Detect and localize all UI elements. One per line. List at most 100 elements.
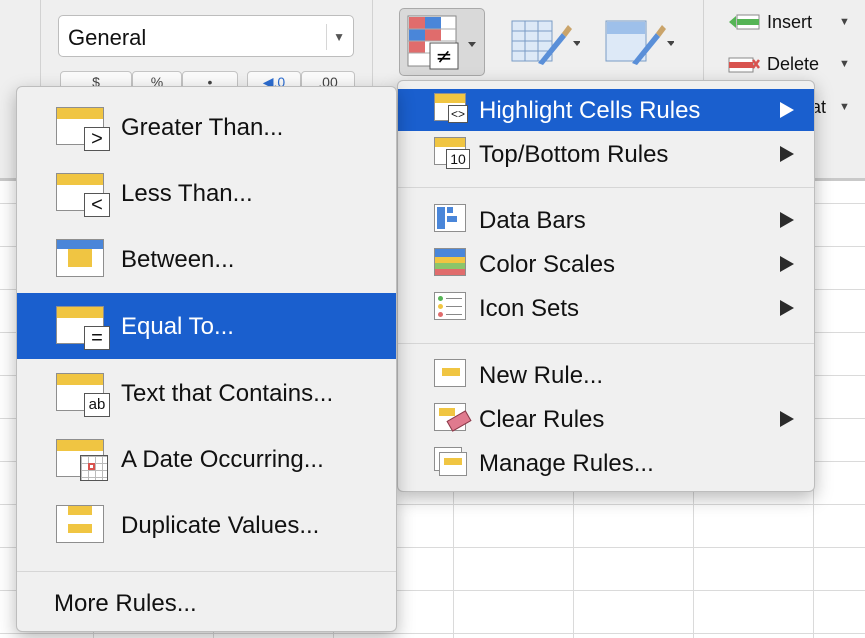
color-scales-icon bbox=[434, 248, 468, 280]
icon-cell bbox=[57, 240, 103, 249]
icon-dot bbox=[438, 304, 443, 309]
icon-cell bbox=[57, 108, 103, 119]
icon-swatch bbox=[435, 269, 465, 275]
svg-text:≠: ≠ bbox=[436, 44, 453, 68]
menu-item-label: Greater Than... bbox=[121, 114, 284, 141]
date-occurring-icon bbox=[56, 439, 108, 481]
menu-item-label: Less Than... bbox=[121, 180, 253, 207]
menu-item-between[interactable]: Between... bbox=[17, 227, 396, 291]
menu-item-data-bars[interactable]: Data Bars bbox=[398, 199, 814, 241]
menu-item-highlight-cells-rules[interactable]: <> Highlight Cells Rules bbox=[398, 89, 814, 131]
menu-item-clear-rules[interactable]: Clear Rules bbox=[398, 398, 814, 440]
new-rule-icon bbox=[434, 359, 468, 391]
chevron-right-icon bbox=[780, 212, 794, 228]
menu-item-more-rules[interactable]: More Rules... bbox=[17, 579, 396, 627]
menu-item-equal-to[interactable]: = Equal To... bbox=[17, 293, 396, 359]
menu-item-label: A Date Occurring... bbox=[121, 446, 324, 473]
chevron-down-icon: ▼ bbox=[839, 101, 850, 113]
delete-label: Delete bbox=[767, 54, 820, 74]
menu-item-color-scales[interactable]: Color Scales bbox=[398, 243, 814, 285]
conditional-formatting-icon: ≠ bbox=[407, 15, 476, 70]
icon-cell bbox=[57, 307, 103, 318]
menu-item-icon-sets[interactable]: Icon Sets bbox=[398, 287, 814, 329]
menu-item-label: Duplicate Values... bbox=[121, 512, 320, 539]
chevron-right-icon bbox=[780, 411, 794, 427]
icon-line bbox=[446, 314, 462, 315]
cell-styles-button[interactable] bbox=[604, 15, 675, 69]
menu-item-label: Between... bbox=[121, 246, 235, 273]
menu-separator bbox=[398, 343, 814, 344]
icon-cell bbox=[57, 174, 103, 185]
menu-item-label: Icon Sets bbox=[479, 295, 580, 322]
manage-rules-icon bbox=[434, 447, 468, 479]
menu-item-label: Top/Bottom Rules bbox=[479, 141, 669, 168]
menu-item-manage-rules[interactable]: Manage Rules... bbox=[398, 442, 814, 484]
icon-cell bbox=[68, 506, 92, 515]
delete-cells-icon bbox=[728, 57, 760, 73]
icon-symbol: ab bbox=[84, 393, 110, 417]
text-contains-icon: ab bbox=[56, 373, 110, 417]
icon-dot bbox=[438, 312, 443, 317]
top-bottom-icon: 10 bbox=[434, 137, 470, 169]
less-than-icon: < bbox=[56, 173, 110, 217]
equal-to-icon: = bbox=[56, 306, 110, 350]
chevron-right-icon bbox=[780, 102, 794, 118]
menu-item-duplicate-values[interactable]: Duplicate Values... bbox=[17, 493, 396, 557]
menu-item-less-than[interactable]: < Less Than... bbox=[17, 161, 396, 225]
number-format-dropdown[interactable]: General ▼ bbox=[58, 15, 354, 57]
format-as-table-button[interactable] bbox=[510, 15, 581, 69]
icon-cell bbox=[68, 258, 92, 267]
icon-badge: <> bbox=[448, 105, 468, 123]
chevron-right-icon bbox=[780, 300, 794, 316]
menu-item-greater-than[interactable]: > Greater Than... bbox=[17, 95, 396, 159]
icon-cell bbox=[57, 440, 103, 451]
chevron-right-icon bbox=[780, 256, 794, 272]
menu-item-label: Clear Rules bbox=[479, 406, 605, 433]
highlight-cells-icon: <> bbox=[434, 93, 468, 125]
icon-cell bbox=[57, 374, 103, 385]
menu-item-label: New Rule... bbox=[479, 362, 604, 389]
highlight-cells-submenu: > Greater Than... < Less Than... Between… bbox=[16, 86, 397, 632]
menu-item-label: Equal To... bbox=[121, 313, 234, 340]
menu-item-label: More Rules... bbox=[54, 590, 197, 617]
menu-item-label: Color Scales bbox=[479, 251, 616, 278]
chevron-down-icon: ▼ bbox=[839, 58, 850, 70]
icon-sets-icon bbox=[434, 292, 468, 324]
icon-bar bbox=[447, 216, 457, 222]
menu-item-text-contains[interactable]: ab Text that Contains... bbox=[17, 361, 396, 425]
conditional-formatting-button[interactable]: ≠ bbox=[399, 8, 485, 76]
greater-than-icon: > bbox=[56, 107, 110, 151]
between-icon bbox=[56, 239, 106, 279]
menu-item-date-occurring[interactable]: A Date Occurring... bbox=[17, 427, 396, 491]
duplicate-values-icon bbox=[56, 505, 106, 545]
dropdown-divider bbox=[326, 24, 327, 50]
calendar-mark bbox=[88, 463, 95, 470]
calendar-icon bbox=[80, 455, 108, 481]
icon-cell bbox=[439, 408, 455, 416]
cell-styles-icon bbox=[605, 20, 675, 65]
icon-cell bbox=[435, 94, 465, 103]
menu-item-label: Manage Rules... bbox=[479, 450, 654, 477]
icon-cell bbox=[442, 368, 460, 376]
icon-bar bbox=[447, 207, 453, 213]
menu-separator bbox=[17, 571, 396, 572]
menu-item-top-bottom-rules[interactable]: 10 Top/Bottom Rules bbox=[398, 133, 814, 175]
icon-cell bbox=[68, 249, 92, 258]
icon-cell bbox=[444, 458, 462, 465]
menu-item-new-rule[interactable]: New Rule... bbox=[398, 354, 814, 396]
menu-separator bbox=[398, 187, 814, 188]
icon-swatch bbox=[435, 249, 465, 257]
format-as-table-icon bbox=[511, 20, 581, 65]
icon-line bbox=[446, 298, 462, 299]
data-bars-icon bbox=[434, 204, 468, 236]
icon-badge: 10 bbox=[446, 149, 470, 169]
icon-symbol: = bbox=[84, 326, 110, 350]
icon-line bbox=[446, 306, 462, 307]
insert-cells-icon bbox=[729, 14, 760, 30]
menu-item-label: Text that Contains... bbox=[121, 380, 334, 407]
number-format-value: General bbox=[68, 25, 147, 50]
chevron-down-icon: ▼ bbox=[333, 30, 345, 44]
insert-label: Insert bbox=[767, 12, 813, 32]
chevron-down-icon: ▼ bbox=[839, 16, 850, 28]
chevron-right-icon bbox=[780, 146, 794, 162]
